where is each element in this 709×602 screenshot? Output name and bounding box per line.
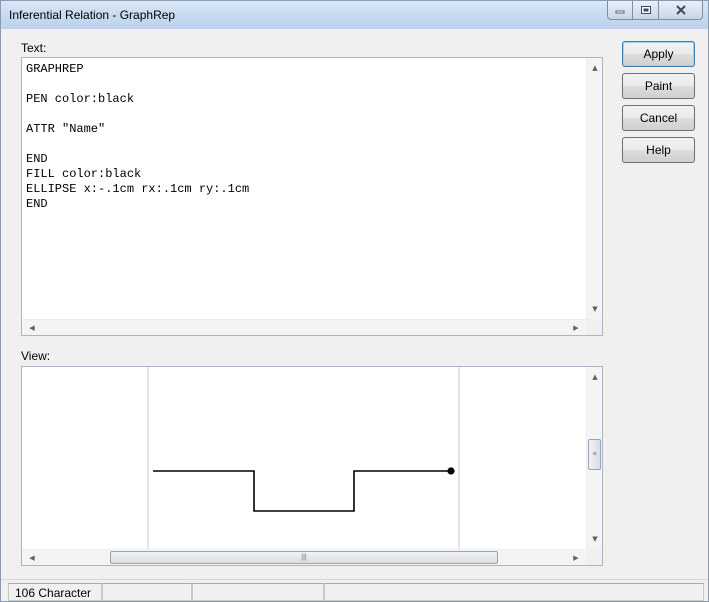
- preview-drawing: [147, 367, 460, 549]
- help-button[interactable]: Help: [622, 137, 695, 163]
- code-line: END: [26, 152, 48, 166]
- scroll-up-icon[interactable]: ▲: [587, 60, 603, 76]
- view-canvas[interactable]: ▲ ≡ ▼ ◀ ||| ▶: [21, 366, 603, 566]
- code-line: ATTR "Name": [26, 122, 106, 136]
- graphrep-code[interactable]: GRAPHREP PEN color:black ATTR "Name" END…: [26, 62, 249, 212]
- code-line: GRAPHREP: [26, 62, 84, 76]
- relation-line: [153, 470, 451, 512]
- view-scrollbar-corner: [586, 549, 602, 565]
- status-cell-3: [192, 583, 324, 601]
- view-scroll-up-icon[interactable]: ▲: [587, 369, 603, 385]
- view-vertical-scrollbar[interactable]: ▲ ≡ ▼: [586, 367, 602, 549]
- text-vertical-scrollbar[interactable]: ▲ ▼: [586, 58, 602, 319]
- minimize-icon: [615, 10, 625, 14]
- code-line: FILL color:black: [26, 167, 142, 181]
- apply-button[interactable]: Apply: [622, 41, 695, 67]
- status-bar: 106 Character: [1, 579, 708, 601]
- paint-button[interactable]: Paint: [622, 73, 695, 99]
- text-label: Text:: [21, 41, 47, 55]
- view-scroll-right-icon[interactable]: ▶: [568, 550, 584, 566]
- status-cell-2: [102, 583, 192, 601]
- endpoint-dot: [447, 467, 455, 475]
- view-vertical-thumb[interactable]: ≡: [588, 439, 601, 470]
- title-bar[interactable]: Inferential Relation - GraphRep: [1, 1, 708, 29]
- view-scroll-down-icon[interactable]: ▼: [587, 531, 603, 547]
- text-horizontal-scrollbar[interactable]: ◀ ▶: [22, 319, 586, 335]
- text-editor[interactable]: GRAPHREP PEN color:black ATTR "Name" END…: [21, 57, 603, 336]
- maximize-icon: [640, 6, 651, 14]
- character-count: 106 Character: [8, 583, 102, 601]
- view-scroll-left-icon[interactable]: ◀: [24, 550, 40, 566]
- maximize-button[interactable]: [633, 1, 659, 20]
- window-controls: [607, 1, 703, 21]
- graphrep-dialog: Inferential Relation - GraphRep Text: GR…: [0, 0, 709, 602]
- cancel-button[interactable]: Cancel: [622, 105, 695, 131]
- scroll-left-icon[interactable]: ◀: [24, 320, 40, 336]
- code-line: END: [26, 197, 48, 211]
- view-horizontal-scrollbar[interactable]: ◀ ||| ▶: [22, 549, 586, 565]
- scroll-down-icon[interactable]: ▼: [587, 301, 603, 317]
- view-horizontal-thumb[interactable]: |||: [110, 551, 498, 564]
- code-line: ELLIPSE x:-.1cm rx:.1cm ry:.1cm: [26, 182, 250, 196]
- status-cell-4: [324, 583, 704, 601]
- close-button[interactable]: [659, 1, 703, 20]
- code-line: PEN color:black: [26, 92, 135, 106]
- window-title: Inferential Relation - GraphRep: [9, 8, 176, 22]
- minimize-button[interactable]: [607, 1, 633, 20]
- scrollbar-corner: [586, 319, 602, 335]
- scroll-right-icon[interactable]: ▶: [568, 320, 584, 336]
- view-label: View:: [21, 349, 51, 363]
- close-icon: [675, 5, 686, 15]
